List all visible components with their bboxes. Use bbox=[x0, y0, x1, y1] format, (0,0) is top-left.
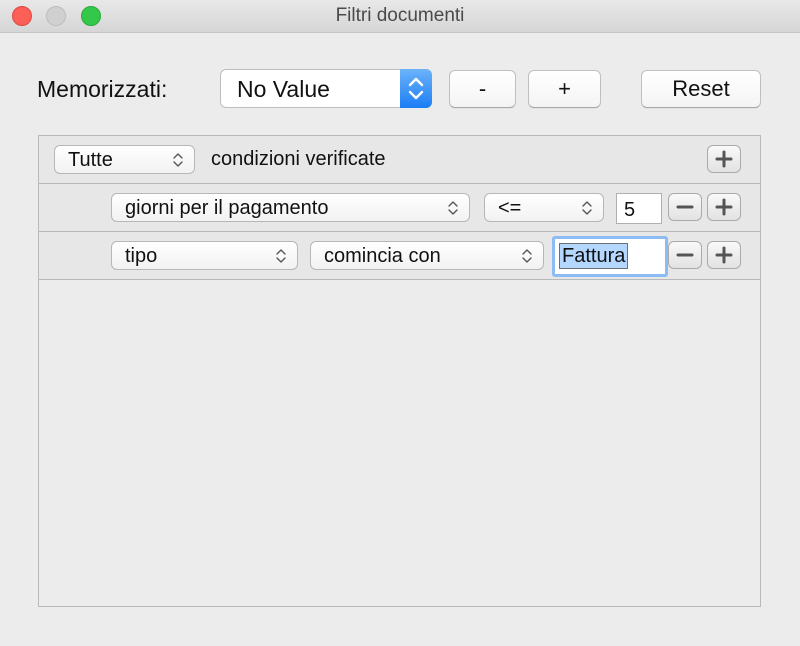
plus-icon bbox=[715, 198, 733, 216]
condition-value-field[interactable]: 5 bbox=[616, 193, 662, 224]
condition-operator-popup[interactable]: <= bbox=[484, 193, 604, 222]
window-title: Filtri documenti bbox=[335, 5, 465, 26]
minus-icon bbox=[676, 205, 694, 209]
title-bar: Filtri documenti bbox=[0, 0, 800, 33]
window: Filtri documenti Memorizzati: No Value -… bbox=[0, 0, 800, 646]
saved-filters-value: No Value bbox=[237, 76, 330, 102]
remove-condition-button[interactable] bbox=[668, 193, 702, 221]
minus-icon bbox=[676, 253, 694, 257]
condition-row: giorni per il pagamento <= 5 bbox=[39, 184, 760, 232]
up-down-arrows-icon bbox=[582, 201, 592, 215]
selected-text: Fattura bbox=[559, 243, 629, 269]
saved-filters-popup[interactable]: No Value bbox=[220, 69, 432, 108]
condition-field-popup[interactable]: giorni per il pagamento bbox=[111, 193, 470, 222]
condition-field-value: giorni per il pagamento bbox=[125, 197, 329, 219]
condition-operator-value: comincia con bbox=[324, 245, 441, 267]
plus-icon bbox=[715, 246, 733, 264]
match-type-popup[interactable]: Tutte bbox=[54, 145, 195, 174]
condition-field-value: tipo bbox=[125, 245, 158, 267]
up-down-arrows-icon bbox=[400, 69, 432, 108]
add-condition-button[interactable] bbox=[707, 241, 741, 269]
condition-operator-value: <= bbox=[498, 197, 522, 219]
predicate-header-row: Tutte condizioni verificate bbox=[39, 136, 760, 184]
match-type-value: Tutte bbox=[68, 149, 113, 171]
condition-value-field-focused[interactable]: Fattura bbox=[552, 236, 668, 277]
up-down-arrows-icon bbox=[276, 249, 286, 263]
add-saved-filter-button[interactable]: + bbox=[528, 70, 601, 108]
remove-condition-button[interactable] bbox=[668, 241, 702, 269]
condition-operator-popup[interactable]: comincia con bbox=[310, 241, 544, 270]
saved-label: Memorizzati: bbox=[37, 76, 168, 102]
conditions-text: condizioni verificate bbox=[211, 148, 386, 170]
plus-icon bbox=[715, 150, 733, 168]
up-down-arrows-icon bbox=[448, 201, 458, 215]
add-condition-button[interactable] bbox=[707, 145, 741, 173]
condition-field-popup[interactable]: tipo bbox=[111, 241, 298, 270]
up-down-arrows-icon bbox=[522, 249, 532, 263]
add-condition-button[interactable] bbox=[707, 193, 741, 221]
condition-row: tipo comincia con Fattura bbox=[39, 232, 760, 280]
remove-saved-filter-button[interactable]: - bbox=[449, 70, 516, 108]
up-down-arrows-icon bbox=[173, 153, 183, 167]
reset-button[interactable]: Reset bbox=[641, 70, 761, 108]
